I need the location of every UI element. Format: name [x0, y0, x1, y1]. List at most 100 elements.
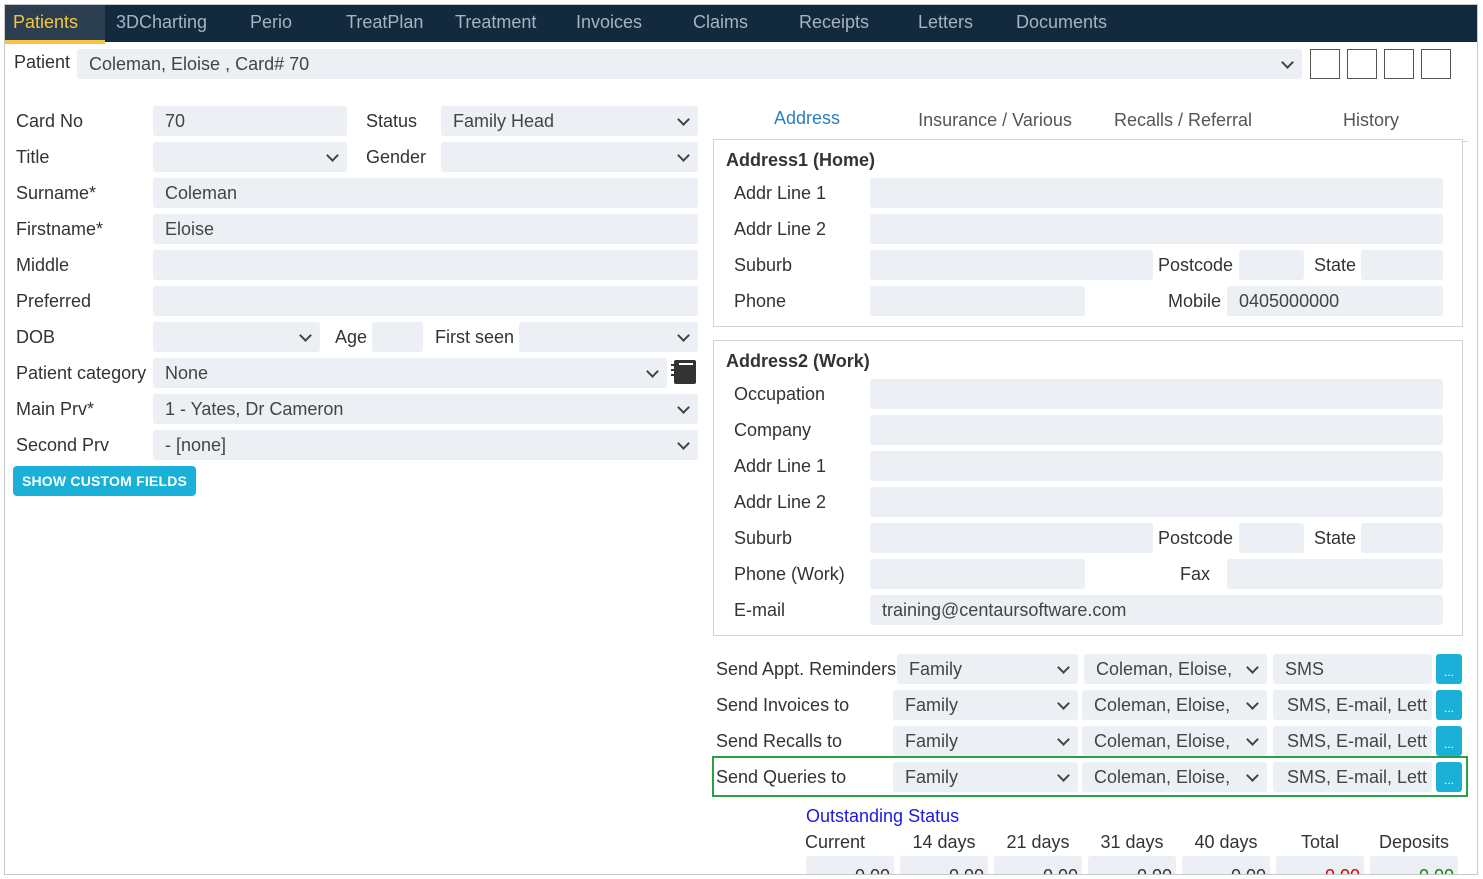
toolbar-box-3[interactable]	[1384, 49, 1414, 79]
chevron-down-icon	[677, 149, 690, 162]
patient-label: Patient	[14, 52, 71, 72]
notebook-icon[interactable]	[671, 360, 696, 384]
address2-state-label: State	[1314, 528, 1357, 548]
tab-insurance-various[interactable]: Insurance / Various	[901, 105, 1089, 143]
toolbar-box-1[interactable]	[1310, 49, 1340, 79]
tab-3dcharting[interactable]: 3DCharting	[116, 5, 207, 42]
surname-input[interactable]: Coleman	[153, 178, 698, 208]
send-reminders-who-select[interactable]: Family	[897, 654, 1078, 684]
outstanding-status-title: Outstanding Status	[806, 806, 960, 826]
patient-select[interactable]: Coleman, Eloise , Card# 70	[77, 49, 1302, 79]
address2-suburb-input[interactable]	[870, 523, 1153, 553]
first-seen-label: First seen	[435, 327, 515, 347]
main-prv-value: 1 - Yates, Dr Cameron	[165, 399, 344, 419]
firstname-input[interactable]: Eloise	[153, 214, 698, 244]
send-queries-person-select[interactable]: Coleman, Eloise,	[1082, 762, 1267, 792]
send-queries-person-value: Coleman, Eloise,	[1094, 767, 1231, 787]
title-select[interactable]	[153, 142, 347, 172]
dob-label: DOB	[16, 327, 56, 347]
address2-state-input[interactable]	[1361, 523, 1443, 553]
status-select[interactable]: Family Head	[441, 106, 698, 136]
send-reminders-method[interactable]: SMS	[1273, 654, 1432, 684]
address1-phone-label: Phone	[734, 291, 787, 311]
work-phone-input[interactable]	[870, 559, 1085, 589]
os-header-deposits: Deposits	[1378, 832, 1450, 852]
address2-line1-input[interactable]	[870, 451, 1443, 481]
send-reminders-more-button[interactable]: ...	[1436, 654, 1462, 684]
tab-recalls-referral[interactable]: Recalls / Referral	[1089, 105, 1277, 143]
send-reminders-person-select[interactable]: Coleman, Eloise,	[1084, 654, 1267, 684]
address1-phone-input[interactable]	[870, 286, 1085, 316]
os-header-40: 40 days	[1194, 832, 1258, 852]
address1-mobile-input[interactable]: 0405000000	[1227, 286, 1443, 316]
second-prv-select[interactable]: - [none]	[153, 430, 698, 460]
os-header-21: 21 days	[1006, 832, 1070, 852]
tab-invoices[interactable]: Invoices	[576, 5, 642, 42]
occupation-input[interactable]	[870, 379, 1443, 409]
first-seen-picker[interactable]	[519, 322, 698, 352]
company-input[interactable]	[870, 415, 1443, 445]
tab-claims[interactable]: Claims	[693, 5, 748, 42]
middle-input[interactable]	[153, 250, 698, 280]
address1-mobile-label: Mobile	[1168, 291, 1222, 311]
show-custom-fields-button[interactable]: SHOW CUSTOM FIELDS	[13, 466, 196, 496]
send-recalls-person-select[interactable]: Coleman, Eloise,	[1082, 726, 1267, 756]
send-queries-method[interactable]: SMS, E-mail, Lett	[1273, 762, 1432, 792]
tab-receipts[interactable]: Receipts	[799, 5, 869, 42]
status-label: Status	[366, 111, 418, 131]
os-header-31: 31 days	[1100, 832, 1164, 852]
send-invoices-more-button[interactable]: ...	[1436, 690, 1462, 720]
email-input[interactable]: training@centaursoftware.com	[870, 595, 1443, 625]
tab-letters[interactable]: Letters	[918, 5, 973, 42]
tab-patients[interactable]: Patients	[5, 5, 105, 42]
address2-title: Address2 (Work)	[726, 351, 870, 371]
send-invoices-label: Send Invoices to	[716, 695, 850, 715]
os-header-current: Current	[804, 832, 866, 852]
os-value-deposits: 0.00	[1370, 856, 1458, 874]
card-no-input[interactable]: 70	[153, 106, 347, 136]
tab-address[interactable]: Address	[713, 105, 901, 143]
firstname-label: Firstname*	[16, 219, 104, 239]
surname-label: Surname*	[16, 183, 97, 203]
address2-postcode-input[interactable]	[1239, 523, 1304, 553]
toolbar-box-2[interactable]	[1347, 49, 1377, 79]
preferred-input[interactable]	[153, 286, 698, 316]
address1-suburb-input[interactable]	[870, 250, 1153, 280]
os-value-21: 0.00	[994, 856, 1082, 874]
active-tab-indicator	[5, 42, 105, 44]
address1-line1-input[interactable]	[870, 178, 1443, 208]
send-recalls-person-value: Coleman, Eloise,	[1094, 731, 1231, 751]
address1-line2-input[interactable]	[870, 214, 1443, 244]
chevron-down-icon	[677, 437, 690, 450]
send-invoices-person-select[interactable]: Coleman, Eloise,	[1082, 690, 1267, 720]
fax-input[interactable]	[1227, 559, 1443, 589]
toolbar-box-4[interactable]	[1421, 49, 1451, 79]
app-window: Patients 3DCharting Perio TreatPlan Trea…	[4, 4, 1478, 875]
gender-label: Gender	[366, 147, 427, 167]
send-recalls-method[interactable]: SMS, E-mail, Lett	[1273, 726, 1432, 756]
tab-documents[interactable]: Documents	[1016, 5, 1107, 42]
age-input[interactable]	[372, 322, 423, 352]
send-queries-more-button[interactable]: ...	[1436, 762, 1462, 792]
os-value-current: 0.00	[806, 856, 894, 874]
tab-treatment[interactable]: Treatment	[455, 5, 536, 42]
gender-select[interactable]	[441, 142, 698, 172]
send-recalls-more-button[interactable]: ...	[1436, 726, 1462, 756]
tab-perio[interactable]: Perio	[250, 5, 292, 42]
send-recalls-who-select[interactable]: Family	[893, 726, 1078, 756]
tab-history[interactable]: History	[1277, 105, 1465, 143]
dob-picker[interactable]	[153, 322, 320, 352]
main-prv-label: Main Prv*	[16, 399, 95, 419]
tab-treatplan[interactable]: TreatPlan	[346, 5, 423, 42]
address1-postcode-input[interactable]	[1239, 250, 1304, 280]
category-select[interactable]: None	[153, 358, 667, 388]
work-phone-label: Phone (Work)	[734, 564, 845, 584]
main-prv-select[interactable]: 1 - Yates, Dr Cameron	[153, 394, 698, 424]
address2-line2-input[interactable]	[870, 487, 1443, 517]
send-invoices-method[interactable]: SMS, E-mail, Lett	[1273, 690, 1432, 720]
send-queries-who-select[interactable]: Family	[893, 762, 1078, 792]
address1-state-input[interactable]	[1361, 250, 1443, 280]
title-label: Title	[16, 147, 50, 167]
os-value-40: 0.00	[1182, 856, 1270, 874]
send-invoices-who-select[interactable]: Family	[893, 690, 1078, 720]
